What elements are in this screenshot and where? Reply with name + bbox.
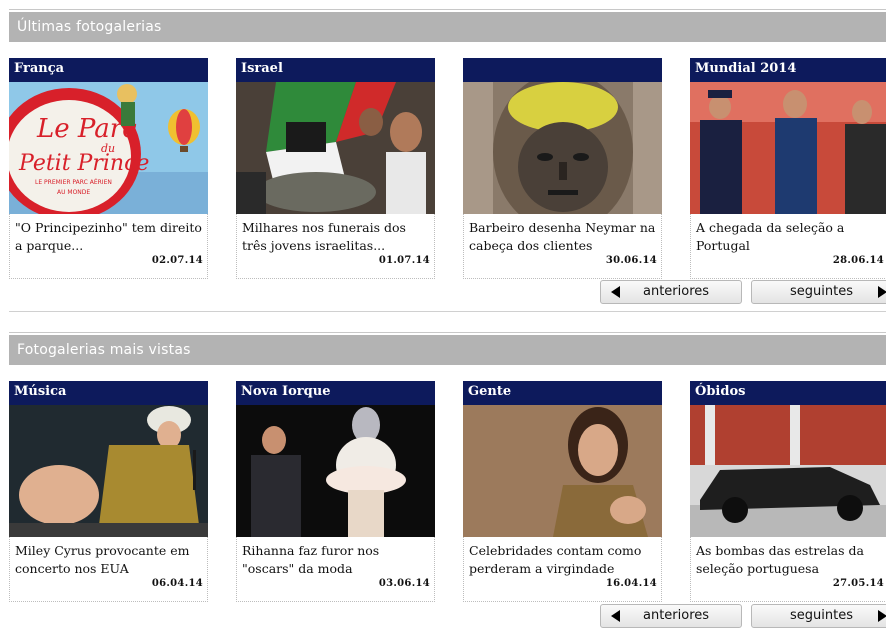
caption-date: 06.04.14 — [151, 578, 203, 589]
caption-date: 01.07.14 — [378, 255, 430, 266]
caption-date: 03.06.14 — [378, 578, 430, 589]
gallery-caption[interactable]: Celebridades contam como perderam a virg… — [463, 537, 662, 602]
gallery-thumbnail[interactable] — [463, 82, 662, 214]
category-bar[interactable]: Nova Iorque — [236, 381, 435, 405]
gallery-thumbnail[interactable] — [690, 405, 886, 537]
gallery-card[interactable]: Gente Celebridades contam como perderam … — [463, 381, 662, 602]
gallery-caption[interactable]: A chegada da seleção a Portugal 28.06.14 — [690, 214, 886, 279]
svg-text:du: du — [101, 142, 115, 155]
previous-label: anteriores — [643, 608, 710, 623]
previous-button[interactable]: anteriores — [600, 280, 742, 304]
caption-date: 16.04.14 — [605, 578, 657, 589]
next-label: seguintes — [790, 284, 853, 299]
gallery-thumbnail[interactable] — [463, 405, 662, 537]
category-label: França — [14, 61, 65, 76]
caption-text[interactable]: "O Principezinho" tem direito a parque..… — [15, 219, 205, 255]
section-header: Últimas fotogalerias — [9, 12, 886, 42]
gallery-caption[interactable]: Milhares nos funerais dos três jovens is… — [236, 214, 435, 279]
category-bar[interactable]: Israel — [236, 58, 435, 82]
category-label: Mundial 2014 — [695, 61, 797, 76]
gallery-caption[interactable]: As bombas das estrelas da seleção portug… — [690, 537, 886, 602]
caption-date: 27.05.14 — [832, 578, 884, 589]
caption-date: 02.07.14 — [151, 255, 203, 266]
gallery-thumbnail[interactable]: Le Parc Petit Prince du LE PREMIER PARC … — [9, 82, 208, 214]
arrow-right-icon — [878, 610, 886, 622]
caption-date: 30.06.14 — [605, 255, 657, 266]
gallery-card[interactable]: Israel Milhares nos funerais dos três jo… — [236, 58, 435, 279]
gallery-caption[interactable]: "O Principezinho" tem direito a parque..… — [9, 214, 208, 279]
category-label: Gente — [468, 384, 512, 399]
arrow-left-icon — [611, 610, 620, 622]
section-header: Fotogalerias mais vistas — [9, 335, 886, 365]
section-divider — [9, 311, 886, 312]
gallery-thumbnail[interactable] — [236, 82, 435, 214]
caption-text[interactable]: A chegada da seleção a Portugal — [696, 219, 886, 255]
category-bar[interactable]: Música — [9, 381, 208, 405]
next-button[interactable]: seguintes — [751, 604, 886, 628]
category-label: Música — [14, 384, 67, 399]
caption-text[interactable]: Barbeiro desenha Neymar na cabeça dos cl… — [469, 219, 659, 255]
caption-text[interactable]: As bombas das estrelas da seleção portug… — [696, 542, 886, 578]
caption-text[interactable]: Milhares nos funerais dos três jovens is… — [242, 219, 432, 255]
svg-text:LE PREMIER PARC AÉRIEN: LE PREMIER PARC AÉRIEN — [35, 178, 112, 186]
caption-text[interactable]: Miley Cyrus provocante em concerto nos E… — [15, 542, 205, 578]
gallery-card[interactable]: Mundial 2014 A chegada da seleção a Port… — [690, 58, 886, 279]
gallery-caption[interactable]: Barbeiro desenha Neymar na cabeça dos cl… — [463, 214, 662, 279]
category-label: Nova Iorque — [241, 384, 331, 399]
gallery-caption[interactable]: Miley Cyrus provocante em concerto nos E… — [9, 537, 208, 602]
gallery-thumbnail[interactable] — [236, 405, 435, 537]
next-button[interactable]: seguintes — [751, 280, 886, 304]
previous-button[interactable]: anteriores — [600, 604, 742, 628]
section-top-line — [9, 9, 886, 10]
caption-text[interactable]: Rihanna faz furor nos "oscars" da moda — [242, 542, 432, 578]
category-label: Israel — [241, 61, 283, 76]
gallery-thumbnail[interactable] — [690, 82, 886, 214]
next-label: seguintes — [790, 608, 853, 623]
gallery-card[interactable]: Nova Iorque Rihanna faz furor nos "oscar… — [236, 381, 435, 602]
gallery-card[interactable]: Óbidos As bombas das estrelas da seleção… — [690, 381, 886, 602]
arrow-left-icon — [611, 286, 620, 298]
svg-text:AU MONDE: AU MONDE — [57, 189, 90, 196]
category-bar[interactable]: Mundial 2014 — [690, 58, 886, 82]
gallery-card[interactable]: Barbeiro desenha Neymar na cabeça dos cl… — [463, 58, 662, 279]
gallery-caption[interactable]: Rihanna faz furor nos "oscars" da moda 0… — [236, 537, 435, 602]
category-bar[interactable]: França — [9, 58, 208, 82]
category-label: Óbidos — [695, 384, 746, 399]
gallery-thumbnail[interactable] — [9, 405, 208, 537]
category-bar[interactable]: Óbidos — [690, 381, 886, 405]
gallery-card[interactable]: França Le Parc Petit Prince du LE PREMIE… — [9, 58, 208, 279]
svg-text:Petit Prince: Petit Prince — [18, 151, 149, 176]
arrow-right-icon — [878, 286, 886, 298]
gallery-card[interactable]: Música Miley Cyrus provocante em concert… — [9, 381, 208, 602]
section-top-line — [9, 332, 886, 333]
category-bar[interactable] — [463, 58, 662, 82]
caption-text[interactable]: Celebridades contam como perderam a virg… — [469, 542, 659, 578]
section-title: Últimas fotogalerias — [17, 19, 162, 35]
category-bar[interactable]: Gente — [463, 381, 662, 405]
previous-label: anteriores — [643, 284, 710, 299]
section-title: Fotogalerias mais vistas — [17, 342, 191, 358]
caption-date: 28.06.14 — [832, 255, 884, 266]
